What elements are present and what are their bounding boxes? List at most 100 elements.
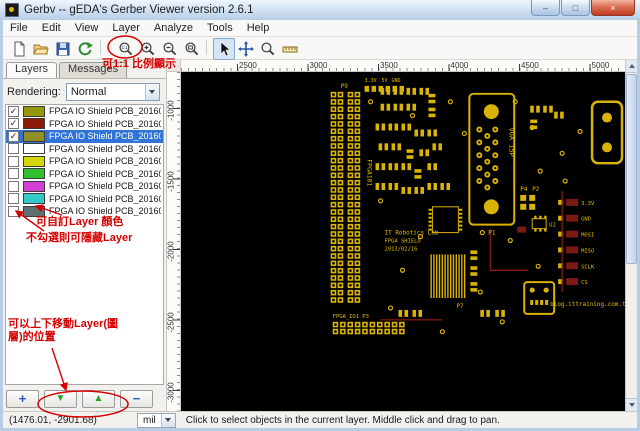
menu-bar: File Edit View Layer Analyze Tools Help (3, 20, 637, 37)
pcb-text-label: 2013/02/16 (385, 246, 418, 252)
chevron-down-icon[interactable] (144, 84, 159, 100)
layer-color-swatch[interactable] (23, 130, 45, 142)
menu-item-tools[interactable]: Tools (200, 21, 240, 35)
layer-row[interactable]: FPGA IO Shield PCB_20160225- (6, 168, 163, 181)
measure-tool-button[interactable] (279, 38, 301, 60)
zoom-out-button[interactable] (159, 38, 181, 60)
toolbar-separator (206, 40, 207, 55)
layer-visibility-checkbox[interactable] (8, 143, 19, 155)
ruler-tick-label: -1500 (166, 170, 176, 192)
open-file-button[interactable] (30, 38, 52, 60)
scroll-up-button[interactable] (626, 60, 637, 73)
plus-icon: + (18, 391, 27, 406)
layer-color-swatch[interactable] (23, 118, 45, 130)
menu-item-analyze[interactable]: Analyze (147, 21, 200, 35)
layer-color-swatch[interactable] (23, 155, 45, 167)
save-floppy-icon (56, 42, 70, 56)
arrow-up-icon: ▲ (93, 393, 104, 404)
layer-row[interactable]: ✓ FPGA IO Shield PCB_20160225- (6, 105, 163, 118)
minimize-button[interactable]: – (531, 0, 560, 16)
close-button[interactable]: × (591, 0, 635, 16)
ruler-horizontal: 2500 3000 3500 4000 4500 5000 (181, 60, 625, 72)
units-select[interactable]: mil (137, 412, 176, 428)
reload-icon (78, 42, 93, 56)
toolbar-separator (100, 40, 101, 55)
annotation-move-note: 可以上下移動Layer(圖層)的位置 (8, 318, 119, 344)
layer-name: FPGA IO Shield PCB_20160225- (49, 106, 161, 117)
zoom-tool-button[interactable] (257, 38, 279, 60)
annotation-zoom-note: 可1:1 比例顯示 (102, 58, 176, 70)
maximize-button[interactable]: □ (561, 0, 590, 16)
cursor-coordinates: (1476.01, -2901.68) (9, 414, 97, 426)
layer-row-selected[interactable]: ✓ FPGA IO Shield PCB_20160225- (6, 130, 163, 143)
chevron-down-icon[interactable] (160, 413, 175, 427)
layer-visibility-checkbox[interactable] (8, 155, 19, 167)
layer-visibility-checkbox[interactable] (8, 205, 19, 217)
move-layer-down-button[interactable]: ▼ (44, 390, 77, 408)
layer-color-swatch[interactable] (23, 143, 45, 155)
layer-visibility-checkbox[interactable]: ✓ (8, 118, 19, 130)
ruler-tick-label: 4500 (521, 61, 539, 70)
add-layer-button[interactable]: + (6, 390, 39, 408)
layer-color-swatch[interactable] (23, 193, 45, 205)
pcb-text-label: 3.3V (581, 201, 595, 207)
move-layer-up-button[interactable]: ▲ (82, 390, 115, 408)
scroll-thumb[interactable] (626, 74, 637, 264)
menu-item-view[interactable]: View (68, 21, 106, 35)
layer-name: FPGA IO Shield PCB_20160225- (49, 118, 161, 129)
magnifier-icon (261, 42, 275, 56)
pcb-text-label: P9 (341, 83, 349, 90)
annotation-hide-note: 不勾選則可隱藏Layer (26, 232, 133, 244)
title-bar[interactable]: Gerbv -- gEDA's Gerber Viewer version 2.… (0, 0, 640, 20)
zoom-fit-button[interactable] (181, 38, 203, 60)
pcb-text-label: GND (392, 78, 401, 84)
layer-row[interactable]: ✓ FPGA IO Shield PCB_20160225- (6, 118, 163, 131)
layer-visibility-checkbox[interactable] (8, 168, 19, 180)
zoom-one-to-one-button[interactable]: 1:1 (115, 38, 137, 60)
pcb-text-label: 5V (382, 78, 388, 84)
pcb-text-label: blog.ittraining.com.tw (550, 301, 625, 308)
pcb-text-label: 3.3V (365, 78, 377, 84)
scroll-down-button[interactable] (626, 398, 637, 411)
layer-visibility-checkbox[interactable] (8, 180, 19, 192)
vertical-scrollbar[interactable] (625, 60, 637, 411)
layer-row[interactable]: FPGA IO Shield PCB_20160225- (6, 143, 163, 156)
ruler-vertical: -1000 -1500 -2000 -2500 -3000 (167, 72, 181, 411)
menu-item-layer[interactable]: Layer (105, 21, 147, 35)
layer-visibility-checkbox[interactable] (8, 193, 19, 205)
minus-icon: − (132, 391, 141, 406)
menu-item-edit[interactable]: Edit (35, 21, 68, 35)
viewport: 2500 3000 3500 4000 4500 5000 -1000 -1500 -2000… (167, 60, 637, 411)
zoom-in-button[interactable] (137, 38, 159, 60)
layer-color-swatch[interactable] (23, 180, 45, 192)
pcb-text-label: MISO (581, 248, 594, 254)
pcb-text-label: P2 (532, 186, 540, 193)
tab-layers[interactable]: Layers (6, 62, 58, 78)
pcb-text-label: FPGA101 (366, 159, 374, 186)
layer-row[interactable]: FPGA IO Shield PCB_20160225- (6, 180, 163, 193)
layer-visibility-checkbox[interactable]: ✓ (8, 105, 19, 117)
layer-visibility-checkbox[interactable]: ✓ (8, 130, 19, 142)
layer-row[interactable]: FPGA IO Shield PCB_20160225- (6, 155, 163, 168)
reload-button[interactable] (74, 38, 96, 60)
save-file-button[interactable] (52, 38, 74, 60)
layer-color-swatch[interactable] (23, 168, 45, 180)
pcb-canvas[interactable]: P9 3.3V 5V GND FPGA101 VGA 15P P1 P4 P2 3.3V GND MO… (181, 72, 625, 411)
ruler-tick-label: -2000 (166, 241, 176, 262)
layer-name: FPGA IO Shield PCB_20160225- (49, 168, 161, 179)
gerbv-window: Gerbv -- gEDA's Gerber Viewer version 2.… (0, 0, 640, 431)
pan-tool-button[interactable] (235, 38, 257, 60)
pcb-text-label: FPGA_IO1 P3 (333, 314, 369, 320)
menu-item-help[interactable]: Help (240, 21, 277, 35)
remove-layer-button[interactable]: − (120, 390, 153, 408)
layer-row[interactable]: FPGA IO Shield PCB_20160225- (6, 193, 163, 206)
ruler-tick-label: -3000 (166, 382, 176, 403)
layer-color-swatch[interactable] (23, 105, 45, 117)
rendering-select[interactable]: Normal (65, 83, 160, 101)
new-file-button[interactable] (8, 38, 30, 60)
layer-name: FPGA IO Shield PCB_20160225- (49, 143, 161, 154)
layer-name: FPGA IO Shield PCB_20160225- (49, 131, 161, 142)
pointer-tool-button[interactable] (213, 38, 235, 60)
menu-item-file[interactable]: File (3, 21, 35, 35)
pcb-text-label: P1 (488, 230, 496, 237)
